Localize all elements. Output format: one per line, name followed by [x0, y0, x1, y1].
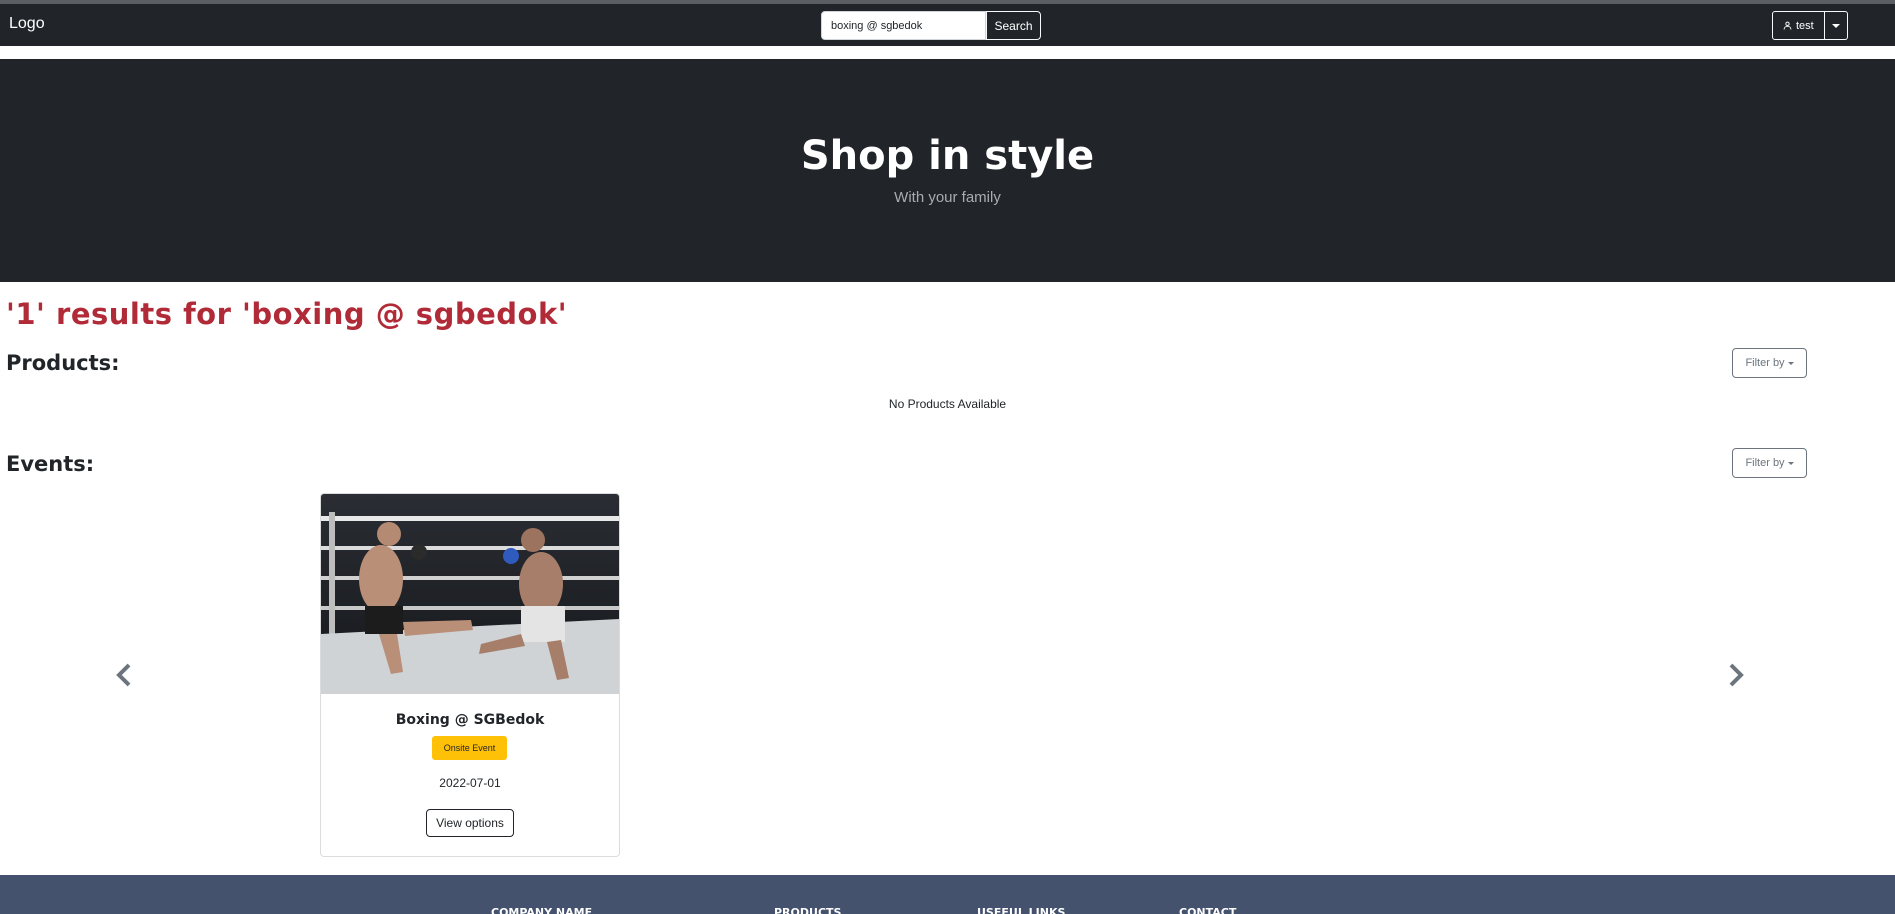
events-heading: Events:	[6, 452, 95, 476]
footer: COMPANY NAME PRODUCTS USEFUL LINKS CONTA…	[0, 875, 1895, 914]
footer-heading-products: PRODUCTS	[774, 906, 842, 914]
products-filter-button[interactable]: Filter by	[1732, 348, 1807, 378]
event-card: Boxing @ SGBedok Onsite Event 2022-07-01…	[320, 493, 620, 857]
user-dropdown-toggle[interactable]	[1824, 11, 1848, 40]
event-date: 2022-07-01	[439, 776, 501, 790]
hero-banner: Shop in style With your family	[0, 59, 1895, 282]
caret-down-icon	[1831, 23, 1840, 28]
event-image	[321, 494, 619, 694]
carousel-prev-button[interactable]	[113, 662, 137, 688]
filter-label: Filter by	[1745, 357, 1785, 369]
hero-title: Shop in style	[800, 133, 1095, 179]
view-options-button[interactable]: View options	[426, 809, 514, 837]
results-heading: '1' results for 'boxing @ sgbedok'	[6, 297, 568, 331]
search-button[interactable]: Search	[986, 11, 1041, 40]
carousel-next-button[interactable]	[1723, 662, 1747, 688]
footer-heading-contact: CONTACT	[1179, 906, 1237, 914]
search-input[interactable]	[821, 11, 986, 40]
user-menu: test	[1772, 11, 1848, 40]
search-form: Search	[821, 11, 1041, 40]
top-navbar: Logo Search test	[0, 4, 1895, 46]
logo-link[interactable]: Logo	[9, 15, 45, 33]
events-filter-button[interactable]: Filter by	[1732, 448, 1807, 478]
hero-subtitle: With your family	[894, 189, 1001, 206]
caret-down-icon	[1787, 461, 1794, 465]
footer-heading-company: COMPANY NAME	[491, 906, 593, 914]
caret-down-icon	[1787, 361, 1794, 365]
person-icon	[1783, 21, 1792, 30]
chevron-right-icon	[1729, 663, 1744, 687]
chevron-left-icon	[116, 663, 131, 687]
event-title: Boxing @ SGBedok	[395, 712, 545, 728]
products-heading: Products:	[6, 351, 120, 375]
footer-heading-useful-links: USEFUL LINKS	[977, 906, 1066, 914]
user-button[interactable]: test	[1772, 11, 1825, 40]
no-products-message: No Products Available	[888, 397, 1007, 411]
filter-label: Filter by	[1745, 457, 1785, 469]
event-type-badge: Onsite Event	[432, 736, 507, 760]
user-name: test	[1796, 19, 1814, 32]
